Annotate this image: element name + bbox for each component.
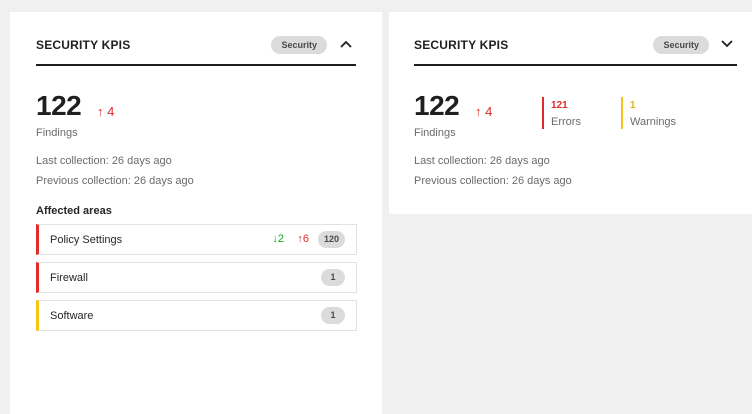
area-name: Software [50, 310, 94, 322]
area-name: Policy Settings [50, 234, 123, 246]
area-count-badge: 1 [321, 307, 345, 324]
area-row-firewall[interactable]: Firewall 1 [36, 262, 357, 293]
affected-areas-title: Affected areas [36, 205, 112, 217]
area-count-badge: 120 [317, 231, 345, 248]
findings-value: 122 [36, 90, 82, 121]
errors-label: Errors [551, 116, 581, 128]
delta-down: ↓2 [272, 233, 284, 245]
card-title: SECURITY KPIS [36, 38, 131, 52]
area-row-policy-settings[interactable]: Policy Settings ↓2 ↑6 120 [36, 224, 357, 255]
security-kpis-card-collapsed: SECURITY KPIS Security 122 ↑ 4 Findings … [389, 12, 752, 214]
findings-value: 122 [414, 90, 460, 121]
security-kpis-card-expanded: SECURITY KPIS Security 122 ↑ 4 Findings … [10, 12, 382, 414]
errors-counter: 121 Errors [542, 97, 581, 129]
warnings-label: Warnings [630, 116, 677, 128]
findings-trend: ↑ 4 [475, 104, 493, 119]
warnings-value: 1 [630, 100, 636, 111]
errors-value: 121 [551, 100, 568, 111]
delta-up: ↑6 [297, 233, 309, 245]
category-badge: Security [653, 36, 709, 54]
warnings-counter: 1 Warnings [621, 97, 676, 129]
card-title: SECURITY KPIS [414, 38, 509, 52]
findings-label: Findings [414, 127, 456, 139]
last-collection: Last collection: 26 days ago [414, 155, 550, 167]
card-header: SECURITY KPIS Security [36, 12, 356, 66]
chevron-up-icon[interactable] [336, 34, 356, 54]
last-collection: Last collection: 26 days ago [36, 155, 172, 167]
previous-collection: Previous collection: 26 days ago [414, 175, 572, 187]
category-badge: Security [271, 36, 327, 54]
previous-collection: Previous collection: 26 days ago [36, 175, 194, 187]
area-count-badge: 1 [321, 269, 345, 286]
findings-label: Findings [36, 127, 78, 139]
area-row-software[interactable]: Software 1 [36, 300, 357, 331]
findings-trend: ↑ 4 [97, 104, 115, 119]
area-name: Firewall [50, 272, 88, 284]
chevron-down-icon[interactable] [717, 34, 737, 54]
card-header: SECURITY KPIS Security [414, 12, 737, 66]
